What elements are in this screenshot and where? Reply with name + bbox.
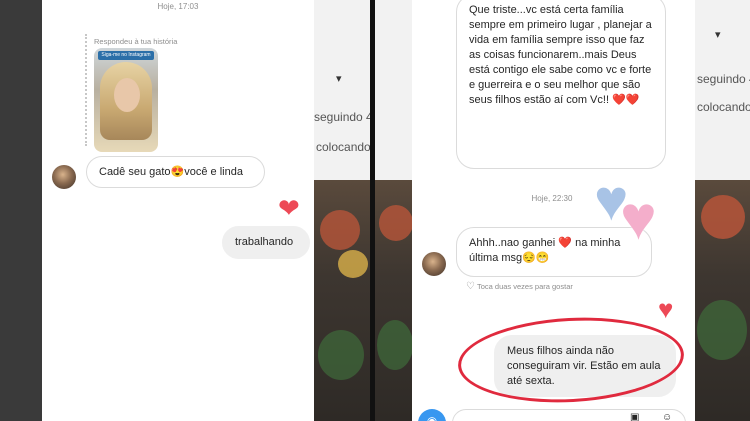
timestamp: Hoje, 17:03 (157, 2, 199, 11)
heart-icon: ❤️ (558, 237, 573, 249)
chevron-down-icon: ▾ (715, 29, 721, 41)
chat-panel-left: Hoje, 17:03 Respondeu à tua história Sig… (42, 0, 314, 421)
message-received[interactable]: Que triste...vc está certa família sempr… (456, 0, 666, 169)
camera-icon[interactable]: ◉ (418, 409, 446, 421)
background-right-inner (375, 0, 412, 421)
chevron-down-icon: ▾ (336, 73, 342, 85)
message-sent[interactable]: trabalhando (222, 226, 310, 259)
message-input[interactable] (452, 409, 686, 421)
message-text: Ahhh..nao ganhei (469, 237, 556, 249)
background-right (695, 0, 750, 421)
message-received[interactable]: Cadê seu gato😍você e linda (86, 156, 265, 188)
reply-label: Respondeu à tua história (94, 37, 178, 46)
timestamp: Hoje, 22:30 (531, 194, 573, 203)
heart-outline-icon: ♡ (466, 281, 475, 292)
avatar[interactable] (422, 252, 446, 276)
story-thumbnail[interactable]: Siga-me no Instagram (94, 48, 158, 152)
story-caption: Siga-me no Instagram (98, 51, 154, 60)
like-hint: ♡ Toca duas vezes para gostar (466, 281, 573, 292)
background-text: seguindo 4 (314, 110, 373, 124)
background-text: seguindo 4 (697, 72, 750, 86)
like-hint-text: Toca duas vezes para gostar (476, 282, 573, 291)
background-middle (314, 0, 374, 421)
heart-icon: ❤ (278, 193, 300, 223)
image-icon[interactable]: ▣ (630, 412, 639, 421)
avatar[interactable] (52, 165, 76, 189)
message-composer: ◉ ▣ ☺ (412, 405, 695, 421)
background-left (0, 0, 42, 421)
heart-icon: ♥ (658, 294, 674, 324)
reply-indicator-line (85, 34, 87, 146)
background-text: colocando o (697, 100, 750, 114)
heart-icon: ♥ (620, 184, 657, 253)
sticker-icon[interactable]: ☺ (662, 412, 672, 421)
